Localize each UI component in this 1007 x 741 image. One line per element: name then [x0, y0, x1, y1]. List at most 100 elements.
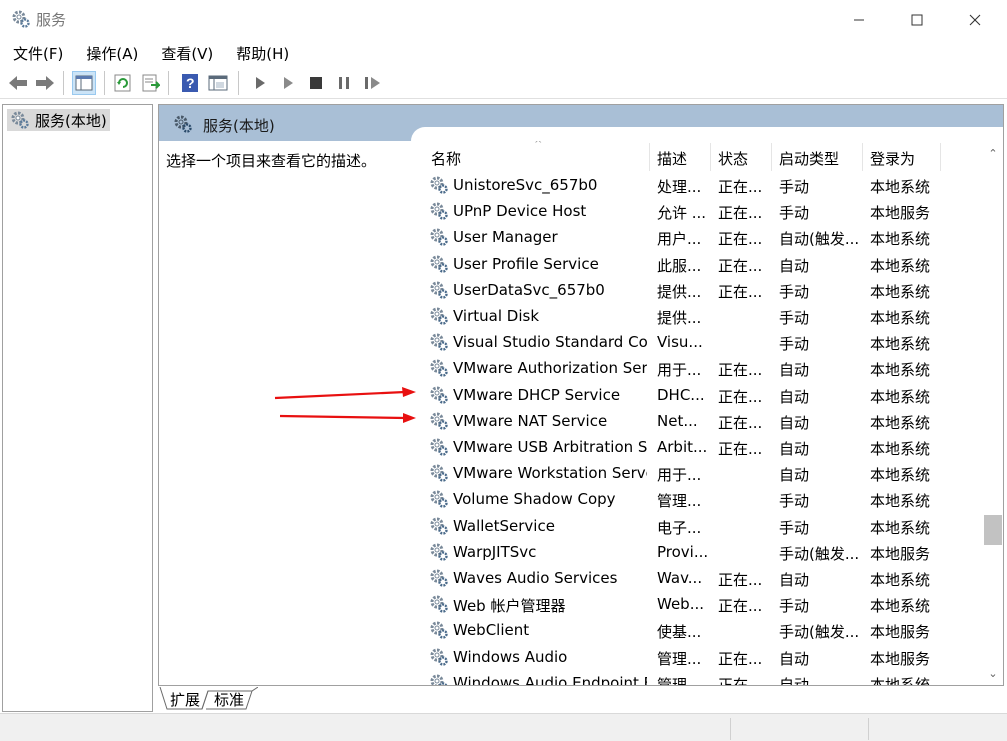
service-name: Waves Audio Services	[453, 569, 618, 587]
menu-view[interactable]: 查看(V)	[148, 40, 223, 66]
tab-extended[interactable]: 扩展	[170, 687, 200, 711]
table-row[interactable]: VMware Authorization Ser... 用于... 正在... 自动 本…	[421, 355, 981, 381]
pane-header: 服务(本地)	[159, 105, 1003, 141]
table-row[interactable]: Web 帐户管理器 Web... 正在... 手动 本地系统	[421, 591, 981, 617]
header-curve	[411, 127, 1003, 141]
service-name: VMware USB Arbitration S...	[453, 438, 647, 456]
service-startup-type: 手动(触发...	[779, 544, 860, 563]
service-name: VMware NAT Service	[453, 411, 608, 430]
service-description: 用于...	[657, 466, 702, 485]
table-row[interactable]: Windows Audio 管理... 正在... 自动 本地服务	[421, 644, 981, 670]
table-row[interactable]: Virtual Disk 提供... 手动 本地系统	[421, 303, 981, 329]
service-log-on-as: 本地服务	[870, 623, 931, 642]
table-row[interactable]: WarpJITSvc Provi... 手动(触发... 本地服务	[421, 539, 981, 565]
service-startup-type: 自动(触发...	[779, 230, 860, 249]
properties-button[interactable]	[206, 71, 230, 95]
table-row[interactable]: VMware USB Arbitration S... Arbit... 正在...…	[421, 434, 981, 460]
table-row[interactable]: UserDataSvc_657b0 提供... 正在... 手动 本地系统	[421, 277, 981, 303]
scrollbar-thumb[interactable]	[984, 515, 1002, 545]
service-name: Virtual Disk	[453, 307, 540, 325]
start-service-alt-button[interactable]	[276, 71, 300, 95]
show-hide-tree-button[interactable]	[72, 71, 96, 95]
service-startup-type: 手动	[779, 178, 810, 196]
table-row[interactable]: UnistoreSvc_657b0 处理... 正在... 手动 本地系统	[421, 172, 981, 198]
close-button[interactable]	[946, 0, 1004, 40]
column-header-status[interactable]: 状态	[718, 148, 748, 169]
help-button[interactable]: ?	[178, 71, 202, 95]
service-status: 正在...	[718, 413, 763, 432]
maximize-button[interactable]	[888, 0, 946, 40]
table-row[interactable]: Visual Studio Standard Coll... Visu... 手动 本…	[421, 329, 981, 355]
service-status: 正在...	[718, 440, 763, 458]
service-name: User Profile Service	[453, 254, 599, 273]
service-log-on-as: 本地系统	[870, 675, 931, 686]
menu-action[interactable]: 操作(A)	[73, 40, 148, 66]
back-button[interactable]	[6, 71, 30, 95]
menu-file[interactable]: 文件(F)	[0, 40, 73, 66]
table-row[interactable]: Volume Shadow Copy 管理... 手动 本地系统	[421, 486, 981, 512]
service-description: Provi...	[657, 542, 707, 561]
service-status: 正在...	[718, 387, 763, 406]
column-divider[interactable]	[862, 143, 863, 171]
title-bar: 服务	[0, 0, 1007, 40]
refresh-icon	[114, 74, 131, 92]
status-bar	[0, 713, 1007, 741]
scroll-down-icon[interactable]: ⌄	[982, 667, 1003, 685]
service-name: Visual Studio Standard Coll...	[453, 333, 647, 352]
column-header-log-on-as[interactable]: 登录为	[870, 148, 915, 169]
service-gear-icon	[429, 647, 449, 667]
column-header-description[interactable]: 描述	[657, 148, 687, 169]
service-status: 正在...	[718, 178, 763, 196]
table-row[interactable]: VMware DHCP Service DHC... 正在... 自动 本地系统	[421, 382, 981, 408]
service-startup-type: 自动	[779, 649, 810, 668]
column-header-name[interactable]: 名称	[431, 148, 461, 169]
column-header-row: ^ 名称 描述 状态 启动类型 登录为	[421, 141, 981, 171]
stop-service-button[interactable]	[304, 71, 328, 95]
resume-service-button[interactable]	[361, 71, 385, 95]
service-startup-type: 手动	[779, 204, 810, 223]
table-row[interactable]: User Profile Service 此服... 正在... 自动 本地系统	[421, 251, 981, 277]
service-startup-type: 自动	[779, 440, 810, 458]
service-startup-type: 自动	[779, 387, 810, 406]
service-name: Volume Shadow Copy	[453, 490, 616, 509]
service-status: 正在...	[718, 204, 763, 223]
start-service-button[interactable]	[248, 71, 272, 95]
table-row[interactable]: WebClient 使基... 手动(触发... 本地服务	[421, 617, 981, 643]
menu-help[interactable]: 帮助(H)	[223, 40, 299, 66]
table-row[interactable]: VMware Workstation Server 用于... 自动 本地系统	[421, 460, 981, 486]
start-service-alt-icon	[284, 77, 293, 89]
service-log-on-as: 本地系统	[870, 597, 931, 616]
tree-item-services-local[interactable]: 服务(本地)	[7, 109, 110, 131]
column-divider[interactable]	[940, 143, 941, 171]
table-row[interactable]: Windows Audio Endpoint B... 管理... 正在... 自动 本…	[421, 670, 981, 686]
table-row[interactable]: VMware NAT Service Net... 正在... 自动 本地系统	[421, 408, 981, 434]
minimize-button[interactable]	[830, 0, 888, 40]
table-row[interactable]: User Manager 用户... 正在... 自动(触发... 本地系统	[421, 224, 981, 250]
column-divider[interactable]	[771, 143, 772, 171]
scroll-up-icon[interactable]: ⌃	[982, 147, 1003, 165]
export-list-button[interactable]	[139, 71, 163, 95]
service-startup-type: 手动(触发...	[779, 623, 860, 642]
gear-icon	[174, 115, 192, 133]
service-log-on-as: 本地系统	[870, 413, 931, 432]
column-divider[interactable]	[649, 143, 650, 171]
forward-button[interactable]	[33, 71, 57, 95]
table-row[interactable]: WalletService 电子... 手动 本地系统	[421, 513, 981, 539]
help-icon: ?	[182, 74, 198, 92]
status-divider	[730, 718, 731, 740]
column-divider[interactable]	[710, 143, 711, 171]
refresh-button[interactable]	[111, 71, 135, 95]
vertical-scrollbar[interactable]: ⌃ ⌄	[982, 141, 1003, 685]
view-tabs: 扩展 标准	[158, 687, 358, 711]
start-service-icon	[256, 77, 265, 89]
service-gear-icon	[429, 332, 449, 352]
service-log-on-as: 本地系统	[870, 361, 931, 380]
table-row[interactable]: UPnP Device Host 允许 ... 正在... 手动 本地服务	[421, 198, 981, 224]
column-header-startup-type[interactable]: 启动类型	[779, 148, 839, 169]
back-arrow-icon	[9, 76, 27, 90]
service-name: Web 帐户管理器	[453, 597, 566, 616]
service-name: Windows Audio Endpoint B...	[453, 673, 647, 686]
tab-standard[interactable]: 标准	[214, 687, 244, 711]
pause-service-button[interactable]	[332, 71, 356, 95]
table-row[interactable]: Waves Audio Services Wav... 正在... 自动 本地系统	[421, 565, 981, 591]
